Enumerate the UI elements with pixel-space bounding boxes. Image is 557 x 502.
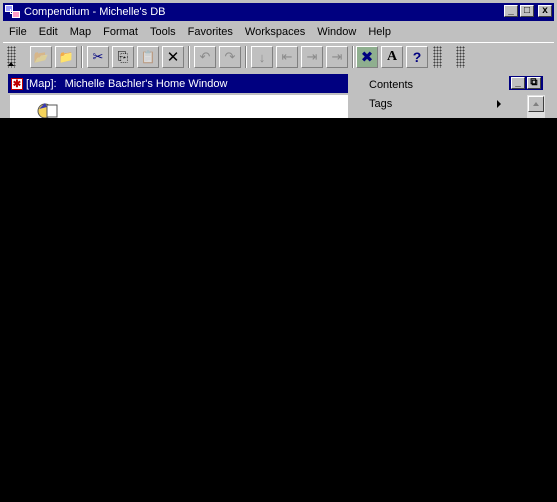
delete-button[interactable]: ✕: [162, 46, 184, 68]
toolbar-separator: [245, 46, 247, 68]
arrow-down-icon: ↓: [258, 49, 266, 65]
save-button[interactable]: 📁: [55, 46, 77, 68]
main-window: Compendium - Michelle's DB _ □ x File Ed…: [0, 0, 557, 119]
map-window-controls: _ ⧉: [509, 76, 543, 90]
help-button[interactable]: ?: [406, 46, 428, 68]
toolbar-grip[interactable]: [433, 46, 442, 68]
menu-format[interactable]: Format: [97, 26, 144, 38]
find-icon: A: [386, 49, 398, 64]
toolbar-grip[interactable]: [456, 46, 465, 68]
undo-button[interactable]: ↶: [194, 46, 216, 68]
menu-window[interactable]: Window: [311, 26, 362, 38]
search-button[interactable]: A: [381, 46, 403, 68]
compendium-app-icon: [5, 5, 21, 19]
move-end-button[interactable]: ⇥: [326, 46, 348, 68]
arrow-end-icon: ⇥: [331, 49, 343, 64]
copy-icon: ⎘: [117, 49, 129, 64]
folder-save-icon: 📁: [58, 50, 74, 64]
copy-button[interactable]: ⎘: [112, 46, 134, 68]
menu-tools[interactable]: Tools: [144, 26, 182, 38]
menu-file[interactable]: File: [3, 26, 33, 38]
map-icon: ✱: [11, 77, 23, 90]
maximize-button[interactable]: □: [520, 5, 534, 17]
map-vertical-scrollbar[interactable]: [527, 95, 545, 118]
paste-button[interactable]: 📋: [137, 46, 159, 68]
delete-x-icon: ✕: [166, 49, 180, 66]
open-button[interactable]: 📂: [30, 46, 52, 68]
paste-icon: 📋: [140, 50, 156, 64]
window-title: Compendium - Michelle's DB: [24, 6, 166, 18]
toolbar-separator: [188, 46, 190, 68]
arrow-left-icon: ⇤: [281, 49, 293, 64]
close-button[interactable]: x: [538, 5, 552, 17]
move-right-button[interactable]: ⇥: [301, 46, 323, 68]
menu-help[interactable]: Help: [362, 26, 397, 38]
menu-item-tags[interactable]: Tags: [351, 95, 509, 113]
menu-bar: File Edit Map Format Tools Favorites Wor…: [3, 22, 554, 41]
open-icon: 📂: [33, 50, 49, 64]
toolbar-separator: [81, 46, 83, 68]
redo-icon: ↷: [224, 49, 236, 64]
map-window-title: Michelle Bachler's Home Window: [64, 77, 228, 90]
map-minimize-button[interactable]: _: [511, 77, 525, 89]
submenu-arrow-icon: [497, 100, 501, 108]
toolbar-separator: [352, 46, 354, 68]
title-bar[interactable]: Compendium - Michelle's DB _ □ x: [3, 3, 554, 21]
menu-item-contents[interactable]: Contents: [351, 76, 509, 94]
question-node-icon[interactable]: [35, 101, 59, 119]
move-down-button[interactable]: ↓: [251, 46, 273, 68]
unrendered-area: [0, 118, 557, 502]
map-canvas[interactable]: [10, 95, 348, 119]
menu-workspaces[interactable]: Workspaces: [239, 26, 311, 38]
undo-icon: ↶: [199, 49, 211, 64]
map-restore-button[interactable]: ⧉: [527, 77, 541, 89]
scissors-icon: ✂: [92, 49, 104, 64]
menu-favorites[interactable]: Favorites: [182, 26, 239, 38]
scroll-up-arrow-icon[interactable]: [528, 96, 544, 112]
cut-button[interactable]: ✂: [87, 46, 109, 68]
toolbar: 📂 📁 ✂ ⎘ 📋 ✕ ↶ ↷ ↓ ⇤ ⇥ ⇥ ✖ A ?: [3, 42, 554, 70]
move-left-button[interactable]: ⇤: [276, 46, 298, 68]
toolbar-dropdown-arrow-icon[interactable]: [8, 62, 14, 66]
help-question-icon: ?: [412, 49, 422, 65]
menu-map[interactable]: Map: [64, 26, 97, 38]
arrow-right-icon: ⇥: [306, 49, 318, 64]
menu-edit[interactable]: Edit: [33, 26, 64, 38]
map-window-titlebar[interactable]: ✱ [Map]: Michelle Bachler's Home Window: [8, 74, 348, 93]
redo-button[interactable]: ↷: [219, 46, 241, 68]
map-node-icon: ✖: [360, 49, 374, 66]
map-node-button[interactable]: ✖: [356, 46, 378, 68]
help-dropdown-menu: Contents Tags: [351, 74, 509, 118]
minimize-button[interactable]: _: [504, 5, 518, 17]
map-window-prefix: [Map]:: [26, 77, 57, 90]
